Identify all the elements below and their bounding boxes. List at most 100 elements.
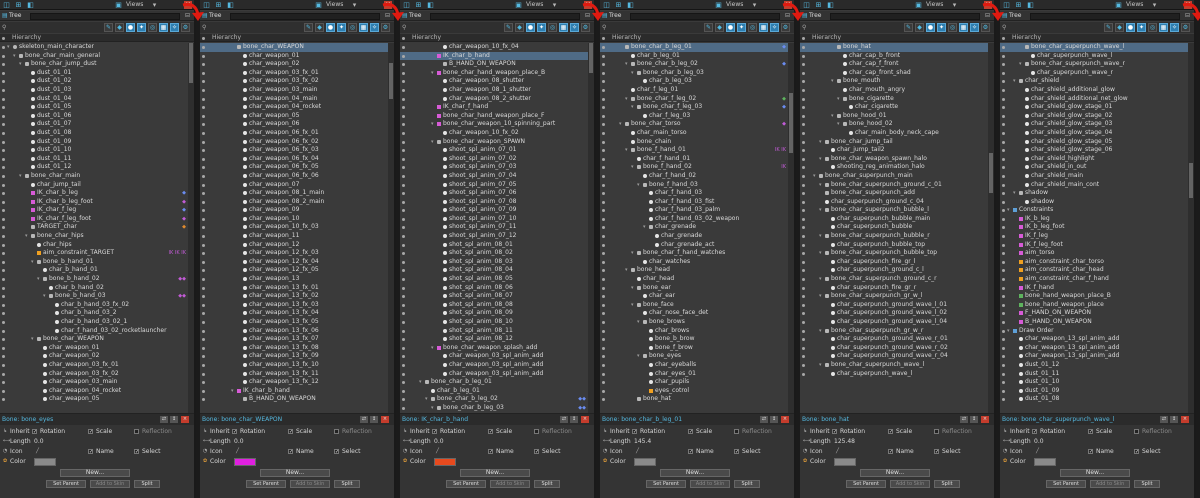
tree-row[interactable]: char_weapon_13_fx_12 xyxy=(200,378,390,387)
skin-filter-icon[interactable]: ▦ xyxy=(959,23,968,32)
tree-row[interactable]: shot_spl_anim_08_06 xyxy=(400,284,590,293)
visibility-dot-icon[interactable] xyxy=(602,355,605,359)
visibility-dot-icon[interactable] xyxy=(402,372,405,376)
tree-row[interactable]: char_weapon_08_1_shutter xyxy=(400,86,590,95)
visibility-dot-icon[interactable] xyxy=(2,278,5,282)
tree-row[interactable]: char_f_hand_01 xyxy=(600,155,790,164)
tree-row[interactable]: char_weapon_13_spl_anim_add xyxy=(1000,335,1190,344)
tree-row[interactable]: dust_01_09 xyxy=(1000,387,1190,396)
views-icon[interactable]: ▣ xyxy=(1114,1,1123,9)
expand-toggle-icon[interactable]: ▾ xyxy=(13,52,18,61)
duplicate-icon[interactable]: ⇄ xyxy=(360,416,368,423)
visibility-dot-icon[interactable] xyxy=(802,235,805,239)
visibility-dot-icon[interactable] xyxy=(602,381,605,385)
visibility-dot-icon[interactable] xyxy=(2,157,5,161)
scale-checkbox[interactable]: ✓ xyxy=(1088,429,1093,435)
visibility-icon[interactable] xyxy=(402,37,405,40)
tree-row[interactable]: char_weapon_13_fx_05 xyxy=(200,318,390,327)
tree-row[interactable]: ▾ bone_hood_01 xyxy=(800,112,990,121)
expand-toggle-icon[interactable]: ▾ xyxy=(637,352,642,361)
visibility-dot-icon[interactable] xyxy=(1002,63,1005,67)
tree-row[interactable]: shot_spl_anim_08_12 xyxy=(400,335,590,344)
visibility-dot-icon[interactable] xyxy=(602,183,605,187)
tree-row[interactable]: char_superpunch_ground_wave_r_02 xyxy=(800,344,990,353)
tree-row[interactable]: char_superpunch_wave_l xyxy=(1000,52,1190,61)
visibility-dot-icon[interactable] xyxy=(2,398,5,402)
name-checkbox[interactable]: ✓ xyxy=(1088,449,1093,455)
tree-row[interactable]: char_weapon_08_2_shutter xyxy=(400,95,590,104)
tree-row[interactable]: IK_f_hand xyxy=(1000,284,1190,293)
expand-toggle-icon[interactable]: ▾ xyxy=(1007,327,1012,336)
visibility-dot-icon[interactable] xyxy=(202,174,205,178)
tree-row[interactable]: char_weapon_13_fx_11 xyxy=(200,370,390,379)
visibility-dot-icon[interactable] xyxy=(402,286,405,290)
visibility-dot-icon[interactable] xyxy=(802,200,805,204)
tree-row[interactable]: ▾ bone_char_superpunch_wave_r xyxy=(1000,60,1190,69)
settings-icon[interactable]: ⚙ xyxy=(381,23,390,32)
tree-row[interactable]: char_weapon_13_fx_02 xyxy=(200,292,390,301)
tree-row[interactable]: char_shield_additional_glow xyxy=(1000,86,1190,95)
tree-row[interactable]: char_pupils xyxy=(600,378,790,387)
tree-row[interactable]: char_superpunch_bubble_main xyxy=(800,215,990,224)
visibility-dot-icon[interactable] xyxy=(402,226,405,230)
visibility-dot-icon[interactable] xyxy=(602,140,605,144)
visibility-dot-icon[interactable] xyxy=(202,123,205,127)
tree-row[interactable]: char_superpunch_bubble xyxy=(800,223,990,232)
delete-icon[interactable]: × xyxy=(1181,416,1189,423)
visibility-dot-icon[interactable] xyxy=(202,157,205,161)
tree-row[interactable]: char_weapon_06_fx_02 xyxy=(200,138,390,147)
tree-row[interactable]: shoot_spl_anim_07_02 xyxy=(400,155,590,164)
visibility-dot-icon[interactable] xyxy=(802,312,805,316)
tree-row[interactable]: ▾ bone_hood_02 xyxy=(800,120,990,129)
tree-row[interactable]: TARGET_char ◆ xyxy=(0,223,190,232)
name-checkbox[interactable]: ✓ xyxy=(88,449,93,455)
close-icon[interactable]: × xyxy=(384,1,392,9)
close-icon[interactable]: × xyxy=(1184,1,1192,9)
tree-row[interactable]: shoot_spl_anim_07_04 xyxy=(400,172,590,181)
tree-row[interactable]: char_weapon_12_fx_03 xyxy=(200,249,390,258)
tree-row[interactable]: shot_spl_anim_08_08 xyxy=(400,301,590,310)
tree-row[interactable]: char_weapon_04_main xyxy=(200,95,390,104)
tree-row[interactable]: char_cap_f_front xyxy=(800,60,990,69)
tree-row[interactable]: char_weapon_11 xyxy=(200,232,390,241)
expand-toggle-icon[interactable]: ▾ xyxy=(619,120,624,129)
tree-row[interactable]: bone_char_WEAPON xyxy=(200,43,390,52)
grid-icon[interactable]: ⊞ xyxy=(214,1,223,9)
layout-icon[interactable]: ◫ xyxy=(602,1,611,9)
visibility-dot-icon[interactable] xyxy=(202,278,205,282)
scale-checkbox[interactable]: ✓ xyxy=(688,429,693,435)
visibility-dot-icon[interactable] xyxy=(202,46,205,49)
tree-row[interactable]: shot_spl_anim_08_09 xyxy=(400,309,590,318)
visibility-dot-icon[interactable] xyxy=(602,209,605,213)
tree-row[interactable]: dust_01_03 xyxy=(0,86,190,95)
visibility-dot-icon[interactable] xyxy=(2,192,5,196)
visibility-dot-icon[interactable] xyxy=(1002,131,1005,135)
tree-row[interactable]: shot_spl_anim_08_02 xyxy=(400,249,590,258)
edit-filter-icon[interactable]: ✎ xyxy=(904,23,913,32)
visibility-dot-icon[interactable] xyxy=(602,321,605,324)
visibility-dot-icon[interactable] xyxy=(2,131,5,135)
tree-row[interactable]: IK_char_f_hand xyxy=(400,103,590,112)
edit-filter-icon[interactable]: ✎ xyxy=(1104,23,1113,32)
tree-row[interactable]: ▾ bone_char_b_leg_01 xyxy=(400,378,590,387)
reflection-checkbox[interactable] xyxy=(134,429,139,434)
visibility-dot-icon[interactable] xyxy=(2,355,5,359)
tree-row[interactable]: char_weapon_13_fx_03 xyxy=(200,301,390,310)
settings-icon[interactable]: ⚙ xyxy=(981,23,990,32)
visibility-dot-icon[interactable] xyxy=(2,114,5,118)
visibility-dot-icon[interactable] xyxy=(2,363,5,367)
grid-icon[interactable]: ⊞ xyxy=(1014,1,1023,9)
visibility-dot-icon[interactable] xyxy=(602,97,605,101)
slot-filter-icon[interactable]: ● xyxy=(726,23,735,32)
visibility-dot-icon[interactable] xyxy=(402,243,405,247)
visibility-dot-icon[interactable] xyxy=(1002,398,1005,402)
tree-row[interactable]: char_superpunch_bubble_top xyxy=(800,241,990,250)
visibility-dot-icon[interactable] xyxy=(802,157,805,161)
tree-row[interactable]: dust_01_06 xyxy=(0,112,190,121)
visibility-dot-icon[interactable] xyxy=(2,209,5,213)
search-icon[interactable]: ⚲ xyxy=(402,24,408,31)
visibility-dot-icon[interactable] xyxy=(802,46,805,49)
visibility-dot-icon[interactable] xyxy=(2,71,5,75)
tree-row[interactable]: ▾ bone_char_superpunch_bubble_r xyxy=(800,232,990,241)
visibility-dot-icon[interactable] xyxy=(202,54,205,58)
